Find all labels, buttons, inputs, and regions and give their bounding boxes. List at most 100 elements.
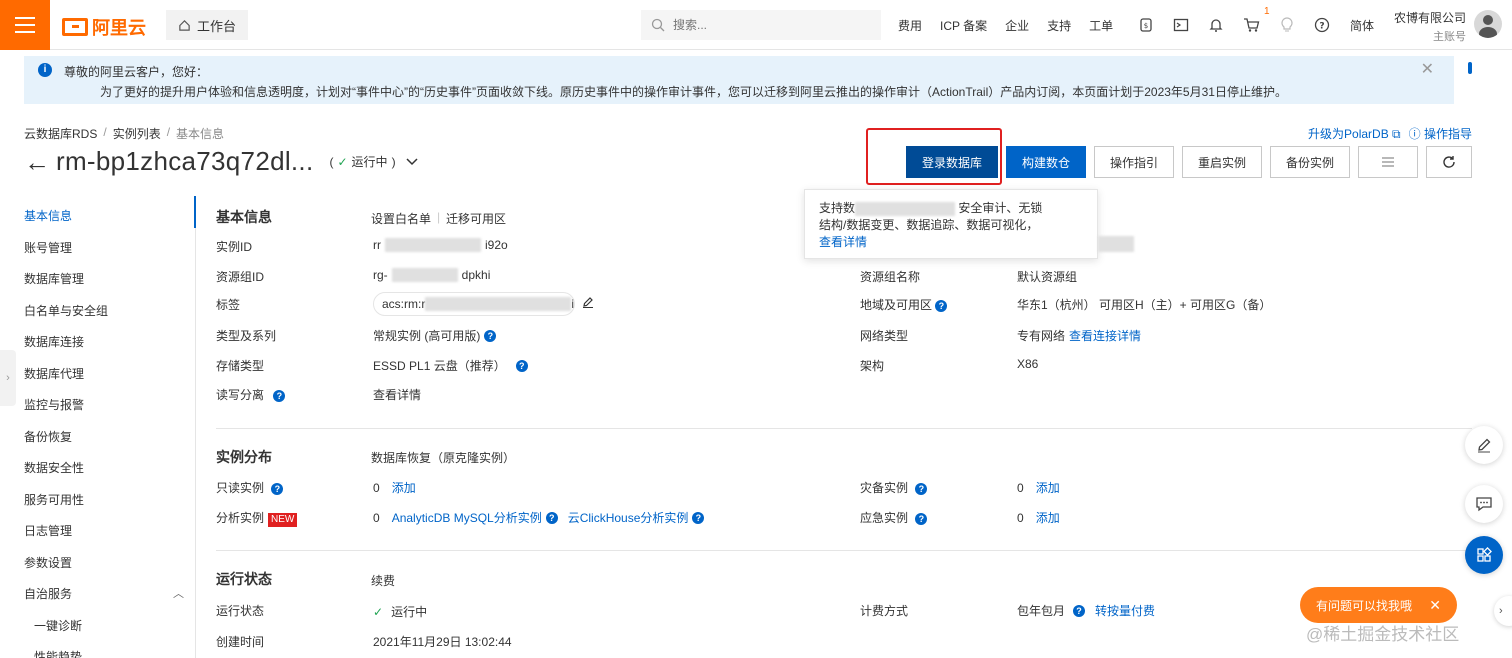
type-label: 类型及系列: [216, 329, 277, 343]
more-actions-button[interactable]: [1358, 146, 1418, 178]
edit-feedback-button[interactable]: [1465, 426, 1503, 464]
build-warehouse-tooltip: 支持数 安全审计、无锁 结构/数据变更、数据追踪、数据可视化， 查看详情: [804, 189, 1098, 259]
nav-support[interactable]: 支持: [1047, 17, 1071, 34]
sidebar-item-basic-info[interactable]: 基本信息: [24, 207, 72, 224]
question-icon[interactable]: ?: [515, 359, 528, 372]
chat-button[interactable]: [1465, 485, 1503, 523]
help-chat-pill[interactable]: 有问题可以找我哦 ✕: [1300, 587, 1457, 623]
tag-value-prefix: acs:rm:r: [382, 297, 426, 311]
nav-ticket[interactable]: 工单: [1089, 17, 1113, 34]
question-icon[interactable]: ?: [692, 511, 705, 524]
analyticdb-link[interactable]: AnalyticDB MySQL分析实例: [392, 509, 542, 526]
question-icon[interactable]: ?: [915, 513, 928, 525]
analysis-value: 0 AnalyticDB MySQL分析实例 ? 云ClickHouse分析实例 …: [373, 509, 705, 526]
chevron-up-icon[interactable]: ︿: [173, 585, 184, 601]
global-search[interactable]: [641, 10, 881, 40]
cart-icon[interactable]: [1241, 15, 1261, 35]
sidebar-collapse-handle[interactable]: ›: [0, 350, 16, 406]
breadcrumb-instance-list[interactable]: 实例列表: [113, 125, 161, 142]
readonly-text: 只读实例: [216, 481, 265, 495]
hamburger-menu-icon[interactable]: [0, 0, 50, 50]
top-nav-links: 费用 ICP 备案 企业 支持 工单: [889, 0, 1122, 50]
readonly-label: 只读实例 ?: [216, 479, 284, 496]
migrate-zone-link[interactable]: 迁移可用区: [446, 210, 506, 227]
question-icon[interactable]: ?: [273, 390, 286, 402]
question-icon[interactable]: ?: [545, 511, 558, 524]
edit-icon[interactable]: [582, 296, 594, 308]
sidebar-item-connection[interactable]: 数据库连接: [24, 333, 84, 350]
aliyun-logo[interactable]: 阿里云: [62, 14, 146, 40]
running-status-value: ✓ 运行中: [373, 603, 427, 620]
lightbulb-icon[interactable]: [1277, 15, 1297, 35]
nav-billing[interactable]: 费用: [898, 17, 922, 34]
sidebar-item-diagnosis[interactable]: 一键诊断: [34, 617, 82, 634]
sidebar-item-monitoring[interactable]: 监控与报警: [24, 396, 84, 413]
backup-instance-button[interactable]: 备份实例: [1270, 146, 1350, 178]
page-title: rm-bp1zhca73q72dl...: [56, 146, 314, 176]
add-dr-link[interactable]: 添加: [1036, 479, 1060, 496]
sidebar-item-databases[interactable]: 数据库管理: [24, 270, 84, 287]
sidebar-item-autonomy[interactable]: 自治服务: [24, 585, 72, 602]
cloud-shell-icon[interactable]: $: [1136, 15, 1156, 35]
restart-instance-button[interactable]: 重启实例: [1182, 146, 1262, 178]
sidebar-item-backup[interactable]: 备份恢复: [24, 428, 72, 445]
workbench-label: 工作台: [197, 18, 237, 34]
breadcrumb-separator: /: [166, 125, 171, 139]
question-icon[interactable]: ?: [935, 300, 948, 312]
question-icon[interactable]: ?: [1073, 604, 1086, 617]
avatar[interactable]: [1474, 10, 1502, 38]
sidebar-item-proxy[interactable]: 数据库代理: [24, 365, 84, 382]
build-warehouse-button[interactable]: 构建数仓: [1006, 146, 1086, 178]
add-readonly-link[interactable]: 添加: [392, 479, 416, 496]
question-icon[interactable]: ?: [484, 329, 497, 342]
question-icon[interactable]: ?: [271, 483, 284, 495]
upgrade-polardb-link[interactable]: 升级为PolarDB ⧉: [1308, 125, 1401, 142]
back-arrow-icon[interactable]: ←: [24, 147, 50, 177]
search-input[interactable]: [673, 18, 853, 32]
refresh-button[interactable]: [1426, 146, 1472, 178]
add-emergency-link[interactable]: 添加: [1036, 509, 1060, 526]
clickhouse-link[interactable]: 云ClickHouse分析实例: [568, 509, 689, 526]
breadcrumb-rds[interactable]: 云数据库RDS: [24, 125, 97, 142]
tooltip-detail-link[interactable]: 查看详情: [819, 235, 867, 249]
sidebar-item-availability[interactable]: 服务可用性: [24, 491, 84, 508]
sidebar-item-accounts[interactable]: 账号管理: [24, 239, 72, 256]
tooltip-line-1: 支持数 安全审计、无锁: [819, 200, 1083, 217]
nav-icp[interactable]: ICP 备案: [940, 17, 987, 34]
running-status-label: 运行状态: [216, 604, 265, 618]
question-icon[interactable]: ?: [915, 483, 928, 495]
region-value: 华东1（杭州） 可用区H（主）+ 可用区G（备）: [1017, 298, 1272, 312]
refresh-icon: [1443, 156, 1455, 168]
external-link-icon: ⧉: [1392, 127, 1401, 141]
workbench-button[interactable]: 工作台: [166, 10, 249, 40]
nav-enterprise[interactable]: 企业: [1005, 17, 1029, 34]
close-icon[interactable]: ✕: [1421, 60, 1434, 80]
rw-split-detail-link[interactable]: 查看详情: [373, 386, 421, 403]
operation-guide-button[interactable]: 操作指引: [1094, 146, 1174, 178]
edge-expand-button[interactable]: ›: [1494, 596, 1512, 626]
connection-details-link[interactable]: 查看连接详情: [1069, 327, 1141, 344]
bell-icon[interactable]: [1206, 15, 1226, 35]
tag-value-suffix: i: [571, 297, 574, 311]
database-restore-link[interactable]: 数据库恢复（原克隆实例）: [371, 449, 515, 466]
switch-to-payg-link[interactable]: 转按量付费: [1095, 602, 1155, 619]
logo-text: 阿里云: [92, 18, 146, 38]
account-info[interactable]: 农博有限公司 主账号: [1392, 9, 1466, 44]
operation-guide-link[interactable]: ⓘ 操作指导: [1409, 125, 1472, 142]
close-icon[interactable]: ✕: [1429, 597, 1441, 614]
set-whitelist-link[interactable]: 设置白名单: [371, 210, 431, 227]
sidebar-item-parameters[interactable]: 参数设置: [24, 554, 72, 571]
sidebar-item-logs[interactable]: 日志管理: [24, 522, 72, 539]
dr-text: 灾备实例: [860, 481, 909, 495]
sidebar-item-performance[interactable]: 性能趋势: [34, 648, 82, 658]
apps-button[interactable]: [1465, 536, 1503, 574]
language-switcher[interactable]: 简体: [1341, 0, 1383, 50]
sidebar-item-whitelist[interactable]: 白名单与安全组: [24, 302, 108, 319]
terminal-icon[interactable]: [1171, 15, 1191, 35]
chevron-down-icon[interactable]: [406, 155, 418, 169]
renew-link[interactable]: 续费: [371, 572, 395, 589]
search-icon: [651, 18, 665, 32]
help-icon[interactable]: ?: [1312, 15, 1332, 35]
check-icon: ✓: [373, 604, 384, 619]
sidebar-item-security[interactable]: 数据安全性: [24, 459, 84, 476]
